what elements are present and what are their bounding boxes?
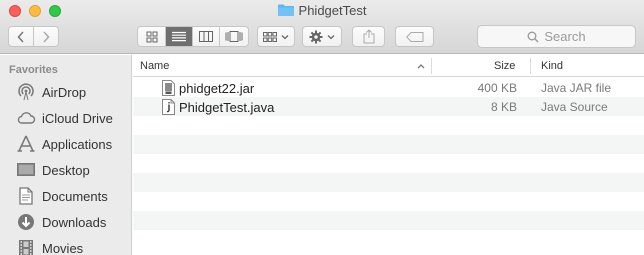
chevron-right-icon bbox=[43, 30, 50, 43]
movies-icon bbox=[19, 240, 33, 255]
sidebar-section-title: Favorites bbox=[9, 64, 58, 76]
sidebar-item-label: AirDrop bbox=[42, 84, 87, 100]
sidebar-item-label: Downloads bbox=[42, 214, 107, 230]
column-separator[interactable] bbox=[431, 58, 432, 74]
chevron-left-icon bbox=[17, 30, 24, 43]
file-name: phidget22.jar bbox=[179, 81, 255, 96]
chevron-down-icon bbox=[281, 34, 289, 39]
list-view-button[interactable] bbox=[166, 27, 193, 46]
sidebar-item-label: Desktop bbox=[42, 162, 90, 178]
empty-row bbox=[133, 211, 644, 230]
share-icon bbox=[363, 29, 374, 44]
applications-icon bbox=[17, 135, 35, 152]
back-button[interactable] bbox=[9, 27, 34, 46]
file-list: Name Size Kind phidget22.jar 400 KB Java… bbox=[133, 55, 644, 255]
window-title-text: PhidgetTest bbox=[298, 3, 367, 18]
share-button[interactable] bbox=[352, 26, 385, 47]
file-row-phidgettest-java[interactable]: PhidgetTest.java 8 KB Java Source bbox=[133, 97, 644, 116]
view-mode-control bbox=[137, 26, 249, 47]
action-button[interactable] bbox=[302, 26, 342, 47]
cover-flow-icon bbox=[225, 31, 243, 42]
column-separator[interactable] bbox=[530, 58, 531, 74]
back-forward-group bbox=[8, 26, 59, 47]
chevron-down-icon bbox=[327, 34, 335, 39]
sidebar-item-label: Applications bbox=[42, 136, 113, 152]
cloud-icon bbox=[17, 112, 36, 124]
file-size: 8 KB bbox=[490, 100, 517, 114]
empty-row bbox=[133, 230, 644, 249]
arrange-button[interactable] bbox=[257, 26, 295, 47]
empty-row bbox=[133, 135, 644, 154]
column-header-name[interactable]: Name bbox=[140, 60, 169, 72]
column-header-size[interactable]: Size bbox=[494, 60, 515, 72]
sidebar-item-desktop[interactable]: Desktop bbox=[16, 159, 90, 181]
file-name: PhidgetTest.java bbox=[179, 100, 275, 115]
documents-icon bbox=[19, 187, 33, 205]
file-size: 400 KB bbox=[477, 81, 517, 95]
tag-button[interactable] bbox=[395, 26, 434, 47]
empty-row bbox=[133, 173, 644, 192]
sidebar-item-downloads[interactable]: Downloads bbox=[16, 211, 106, 233]
sidebar-item-label: Documents bbox=[42, 188, 108, 204]
column-view-button[interactable] bbox=[193, 27, 220, 46]
folder-icon bbox=[277, 4, 294, 16]
desktop-icon bbox=[17, 163, 35, 176]
column-header-row: Name Size Kind bbox=[133, 55, 644, 77]
title-bar: PhidgetTest Search bbox=[0, 0, 644, 54]
search-field[interactable]: Search bbox=[477, 25, 636, 48]
empty-row bbox=[133, 154, 644, 173]
sidebar-item-icloud-drive[interactable]: iCloud Drive bbox=[16, 107, 113, 129]
sidebar-item-applications[interactable]: Applications bbox=[16, 133, 112, 155]
sidebar-item-movies[interactable]: Movies bbox=[16, 237, 83, 255]
file-row-phidget22-jar[interactable]: phidget22.jar 400 KB Java JAR file bbox=[133, 78, 644, 97]
jar-file-icon bbox=[162, 80, 175, 96]
search-icon bbox=[527, 31, 539, 42]
icon-view-icon bbox=[146, 31, 157, 42]
sidebar-item-airdrop[interactable]: AirDrop bbox=[16, 81, 86, 103]
downloads-icon bbox=[18, 214, 34, 230]
list-view-icon bbox=[172, 31, 186, 42]
chevron-up-icon bbox=[417, 64, 425, 69]
window-title: PhidgetTest bbox=[0, 3, 644, 18]
airdrop-icon bbox=[18, 83, 34, 101]
column-header-kind[interactable]: Kind bbox=[541, 60, 563, 72]
sidebar: Favorites AirDrop iCloud Drive Applicati… bbox=[0, 55, 132, 255]
empty-row bbox=[133, 116, 644, 135]
arrange-grid-icon bbox=[263, 31, 277, 42]
sidebar-item-label: Movies bbox=[42, 240, 84, 255]
file-kind: Java Source bbox=[541, 100, 608, 114]
sidebar-item-documents[interactable]: Documents bbox=[16, 185, 108, 207]
gear-icon bbox=[309, 30, 323, 43]
column-view-icon bbox=[199, 31, 213, 42]
empty-row bbox=[133, 192, 644, 211]
file-kind: Java JAR file bbox=[541, 81, 612, 95]
icon-view-button[interactable] bbox=[138, 27, 166, 46]
search-placeholder: Search bbox=[544, 29, 586, 44]
forward-button[interactable] bbox=[34, 27, 58, 46]
cover-flow-button[interactable] bbox=[220, 27, 248, 46]
tag-icon bbox=[405, 31, 423, 42]
sidebar-item-label: iCloud Drive bbox=[42, 110, 113, 126]
java-file-icon bbox=[162, 99, 175, 115]
